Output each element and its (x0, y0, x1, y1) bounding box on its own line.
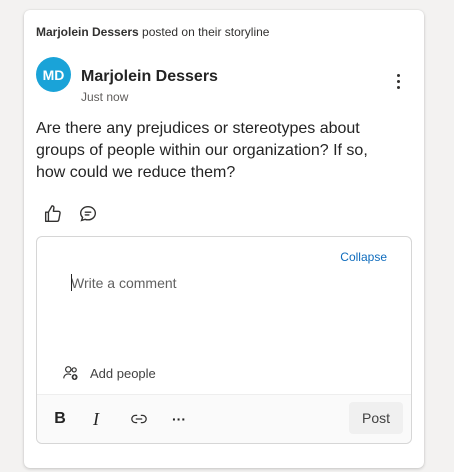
more-options-button[interactable] (390, 70, 406, 92)
link-button[interactable] (127, 407, 151, 431)
comment-icon (79, 205, 97, 222)
add-people-button[interactable]: Add people (62, 364, 156, 382)
header-action-text: posted on their storyline (138, 25, 270, 39)
text-caret (71, 274, 72, 291)
author-name[interactable]: Marjolein Dessers (81, 68, 218, 86)
add-people-label: Add people (90, 365, 156, 381)
avatar[interactable]: MD (36, 57, 71, 92)
avatar-initials: MD (42, 66, 65, 83)
formatting-toolbar: B I ··· Post (37, 394, 411, 443)
post-header: Marjolein Dessers posted on their storyl… (36, 25, 269, 39)
collapse-button[interactable]: Collapse (340, 250, 387, 264)
comment-input[interactable] (71, 273, 371, 293)
post-card: Marjolein Dessers posted on their storyl… (24, 10, 424, 468)
link-icon (131, 414, 147, 424)
thumbs-up-icon (44, 205, 61, 223)
comment-button[interactable] (77, 203, 99, 225)
italic-button[interactable]: I (87, 407, 105, 431)
bold-button[interactable]: B (51, 407, 69, 431)
more-formatting-button[interactable]: ··· (167, 407, 191, 431)
like-button[interactable] (42, 203, 64, 225)
more-vertical-icon (396, 73, 400, 77)
post-body: Are there any prejudices or stereotypes … (36, 120, 368, 181)
post-button[interactable]: Post (349, 402, 403, 434)
header-author-name[interactable]: Marjolein Dessers (36, 25, 139, 39)
comment-composer: Collapse Add people B I (36, 236, 412, 444)
post-timestamp: Just now (81, 90, 129, 104)
add-people-icon (63, 366, 78, 381)
